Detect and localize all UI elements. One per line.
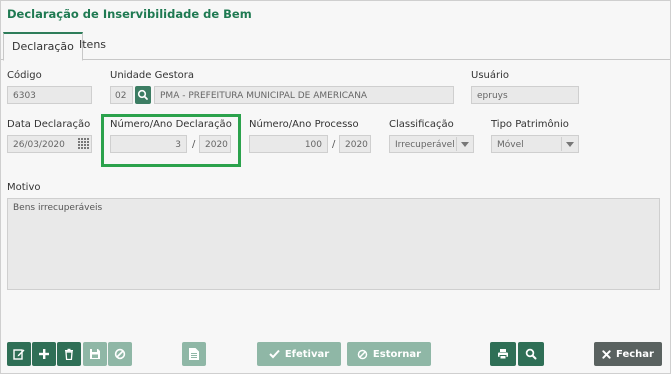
add-button[interactable] — [32, 342, 56, 366]
plus-icon — [39, 349, 49, 359]
usuario-field[interactable]: epruys — [471, 86, 579, 104]
close-icon — [602, 349, 611, 359]
tipo-patrimonio-select-divider — [561, 137, 562, 151]
edit-icon — [13, 349, 25, 360]
efetivar-label: Efetivar — [284, 348, 330, 360]
print-icon — [498, 349, 508, 360]
cancel-button[interactable] — [108, 342, 132, 366]
unidade-gestora-search-button[interactable] — [135, 86, 151, 104]
classificacao-value: Irrecuperável — [395, 140, 455, 150]
tipo-patrimonio-label: Tipo Patrimônio — [491, 119, 569, 130]
edit-button[interactable] — [7, 342, 31, 366]
window-title: Declaração de Inservibilidade de Bem — [7, 7, 252, 21]
codigo-label: Código — [7, 70, 42, 81]
fechar-label: Fechar — [616, 348, 654, 360]
tab-itens[interactable]: Itens — [71, 31, 114, 58]
tab-bar: Declaração Itens — [1, 31, 670, 61]
numero-ano-declaracao-label: Número/Ano Declaração — [110, 119, 232, 130]
estornar-button[interactable]: Estornar — [347, 342, 431, 366]
unidade-gestora-name-field[interactable]: PMA - PREFEITURA MUNICIPAL DE AMERICANA — [154, 86, 454, 104]
numero-declaracao-field[interactable]: 3 — [110, 135, 187, 153]
print-button[interactable] — [490, 342, 516, 366]
chevron-down-icon[interactable] — [461, 142, 469, 147]
save-button[interactable] — [83, 342, 107, 366]
tipo-patrimonio-value: Móvel — [497, 140, 524, 150]
processo-separator: / — [332, 139, 336, 150]
dialog-window: Declaração de Inservibilidade de Bem Dec… — [0, 0, 671, 374]
document-button[interactable] — [182, 342, 206, 366]
numero-processo-field[interactable]: 100 — [249, 135, 328, 153]
calendar-icon[interactable] — [78, 138, 89, 149]
fechar-button[interactable]: Fechar — [594, 342, 662, 366]
numero-ano-processo-label: Número/Ano Processo — [249, 119, 359, 130]
trash-icon — [65, 348, 73, 360]
estornar-label: Estornar — [372, 348, 422, 360]
search-icon — [525, 348, 537, 360]
ban-icon — [357, 349, 368, 359]
usuario-label: Usuário — [471, 70, 510, 81]
check-icon — [269, 349, 280, 359]
codigo-field[interactable]: 6303 — [7, 86, 92, 104]
chevron-down-icon[interactable] — [566, 142, 574, 147]
efetivar-button[interactable]: Efetivar — [257, 342, 341, 366]
ano-processo-field[interactable]: 2020 — [339, 135, 371, 153]
delete-button[interactable] — [57, 342, 81, 366]
save-icon — [90, 349, 100, 359]
search-icon — [137, 89, 148, 100]
motivo-label: Motivo — [7, 182, 41, 193]
data-declaracao-label: Data Declaração — [7, 119, 91, 130]
data-declaracao-value: 26/03/2020 — [13, 140, 65, 150]
unidade-gestora-code-field[interactable]: 02 — [110, 86, 133, 104]
classificacao-label: Classificação — [389, 119, 454, 130]
document-icon — [189, 348, 199, 360]
declaracao-separator: / — [192, 139, 196, 150]
ban-icon — [114, 348, 126, 360]
unidade-gestora-label: Unidade Gestora — [110, 70, 194, 81]
search-button[interactable] — [518, 342, 544, 366]
motivo-textarea[interactable]: Bens irrecuperáveis — [7, 198, 660, 290]
classificacao-select-divider — [456, 137, 457, 151]
ano-declaracao-field[interactable]: 2020 — [199, 135, 231, 153]
